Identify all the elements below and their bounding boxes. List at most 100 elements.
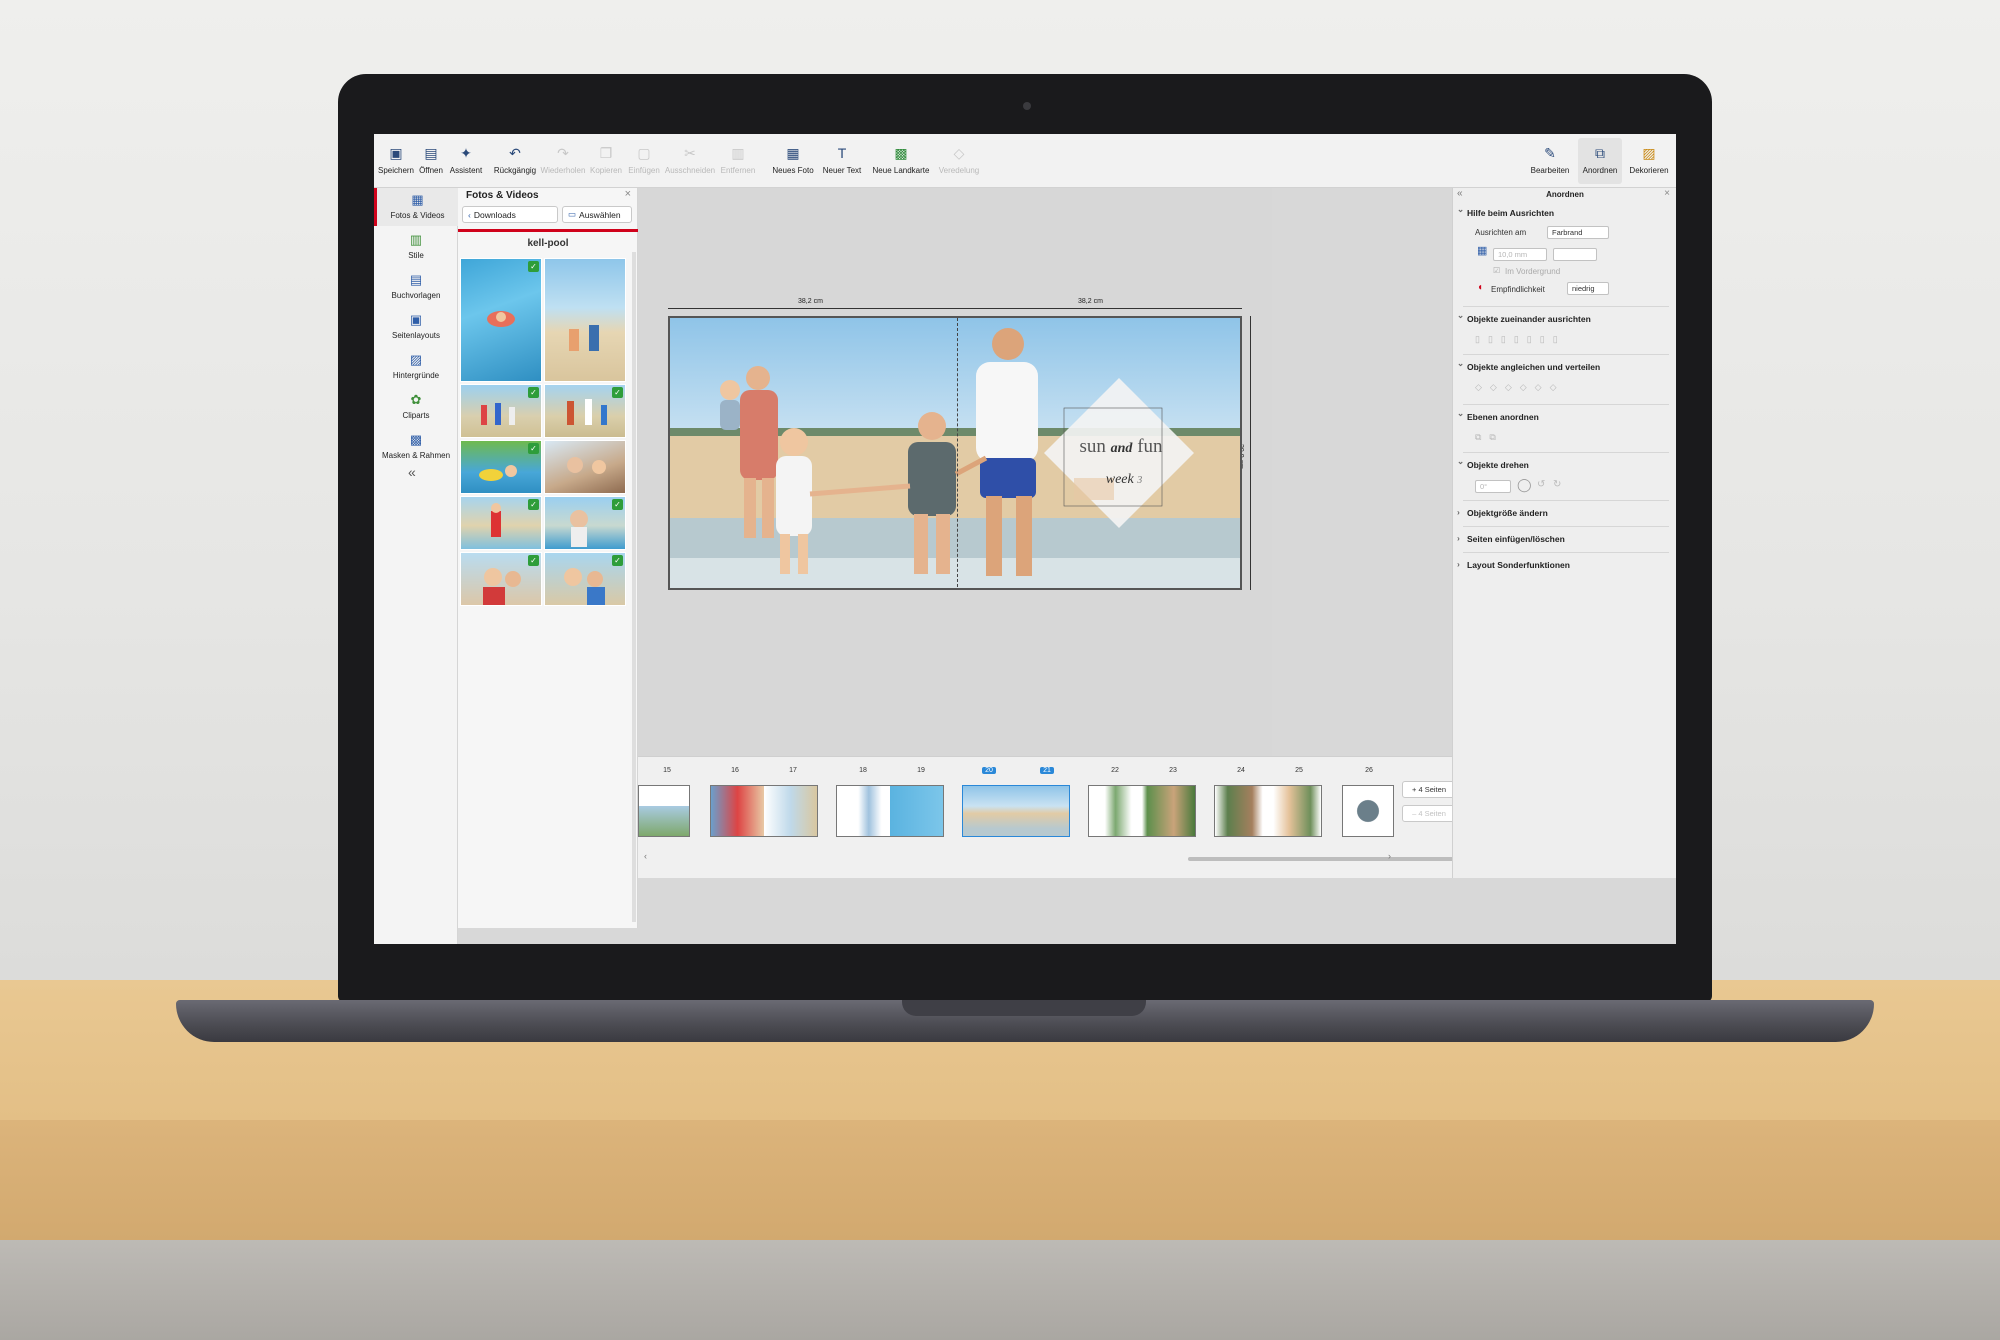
page-thumb-15[interactable] [638, 785, 690, 837]
width-ruler [668, 308, 1242, 309]
align-to-select[interactable]: Farbrand [1547, 226, 1609, 239]
new-text-button[interactable]: T Neuer Text [820, 138, 864, 184]
page-fold-line [957, 318, 958, 588]
nav-page-layouts[interactable]: ▣ Seitenlayouts [374, 308, 458, 346]
page-layouts-icon: ▣ [409, 312, 423, 327]
distribute-icons-row: ◇◇◇◇◇◇ [1475, 382, 1565, 392]
downloads-back-button[interactable]: ‹ Downloads [462, 206, 558, 223]
section-match-objects[interactable]: Objekte angleichen und verteilen [1457, 358, 1600, 372]
undo-button[interactable]: ↶ Rückgängig [494, 138, 536, 184]
decorate-tab-button[interactable]: ▨ Dekorieren [1626, 138, 1672, 184]
cliparts-icon: ✿ [410, 392, 422, 407]
checkbox-icon[interactable]: ☑ [1493, 266, 1500, 275]
rotate-left-icon[interactable]: ↺ [1537, 479, 1545, 490]
assistant-button[interactable]: ✦ Assistent [448, 138, 484, 184]
page-thumb-24-25[interactable] [1214, 785, 1322, 837]
page-number: 19 [917, 767, 925, 774]
nav-photos-videos[interactable]: ▦ Fotos & Videos [374, 188, 458, 226]
divider [1463, 306, 1669, 307]
photo-thumb[interactable]: ✓ [544, 496, 626, 550]
photo-thumb[interactable]: ✓ [544, 552, 626, 606]
cut-button[interactable]: ✂ Ausschneiden [664, 138, 716, 184]
scroll-left-icon[interactable]: ‹ [644, 851, 647, 861]
delete-button[interactable]: ▥ Entfernen [718, 138, 758, 184]
photo-thumb[interactable]: ✓ [460, 384, 542, 438]
select-button[interactable]: ▭ Auswählen [562, 206, 632, 223]
copy-button[interactable]: ❐ Kopieren [588, 138, 624, 184]
page-thumb-16-17[interactable] [710, 785, 818, 837]
nav-book-templates[interactable]: ▤ Buchvorlagen [374, 268, 458, 306]
grid-icon: ▦ [1477, 245, 1488, 257]
nav-masks-frames[interactable]: ▩ Masken & Rahmen [374, 428, 458, 466]
check-icon: ✓ [528, 387, 539, 398]
photo-thumb[interactable]: ✓ [460, 258, 542, 382]
title-text: sun and fun [1079, 436, 1163, 457]
page-thumb-22-23[interactable] [1088, 785, 1196, 837]
grid-color-select[interactable] [1553, 248, 1597, 261]
arrange-tab-button[interactable]: ⧉ Anordnen [1578, 138, 1622, 184]
trash-icon: ▥ [731, 145, 745, 161]
photo-thumb[interactable] [544, 258, 626, 382]
sensitivity-select[interactable]: niedrig [1567, 282, 1609, 295]
rotate-right-icon[interactable]: ↻ [1553, 479, 1561, 490]
page-thumb-20-21[interactable] [962, 785, 1070, 837]
section-rotate[interactable]: Objekte drehen [1457, 456, 1529, 470]
open-button[interactable]: ▤ Öffnen [416, 138, 446, 184]
grid-size-input[interactable]: 10,0 mm [1493, 248, 1547, 261]
nav-styles[interactable]: ▥ Stile [374, 228, 458, 266]
page-thumb-26[interactable] [1342, 785, 1394, 837]
check-icon: ✓ [612, 499, 623, 510]
edit-tab-button[interactable]: ✎ Bearbeiten [1528, 138, 1572, 184]
photo-spread[interactable]: sun and fun week 3 [668, 316, 1242, 590]
save-button[interactable]: ▣ Speichern [378, 138, 414, 184]
section-special[interactable]: Layout Sonderfunktionen [1457, 559, 1570, 570]
book-templates-icon: ▤ [409, 272, 423, 287]
check-icon: ✓ [612, 387, 623, 398]
remove-pages-button[interactable]: – 4 Seiten [1402, 805, 1456, 822]
title-text-box[interactable]: sun and fun week 3 [1044, 378, 1194, 528]
finishing-button[interactable]: ◇ Veredelung [936, 138, 982, 184]
new-map-button[interactable]: ▩ Neue Landkarte [868, 138, 934, 184]
section-align-help[interactable]: Hilfe beim Ausrichten [1457, 204, 1554, 218]
paste-button[interactable]: ▢ Einfügen [626, 138, 662, 184]
nav-cliparts[interactable]: ✿ Cliparts [374, 388, 458, 426]
nav-backgrounds[interactable]: ▨ Hintergründe [374, 348, 458, 386]
photo-thumb[interactable]: ✓ [460, 552, 542, 606]
laptop-notch [902, 1000, 1146, 1016]
rotate-input[interactable]: 0° [1475, 480, 1511, 493]
edit-icon: ✎ [1544, 145, 1556, 161]
open-icon: ▤ [424, 145, 438, 161]
panel-title: Anordnen [1546, 190, 1584, 199]
section-layers[interactable]: Ebenen anordnen [1457, 408, 1539, 422]
section-align-objects[interactable]: Objekte zueinander ausrichten [1457, 310, 1591, 324]
check-icon: ✓ [612, 555, 623, 566]
page-number: 17 [789, 767, 797, 774]
page-number: 25 [1295, 767, 1303, 774]
redo-button[interactable]: ↷ Wiederholen [540, 138, 586, 184]
section-resize[interactable]: Objektgröße ändern [1457, 507, 1548, 518]
panel-scrollbar[interactable] [632, 252, 636, 922]
photo-thumb[interactable]: ✓ [460, 496, 542, 550]
height-ruler [1250, 316, 1251, 590]
divider [1463, 526, 1669, 527]
page-number: 23 [1169, 767, 1177, 774]
page-number: 15 [663, 767, 671, 774]
check-icon: ✓ [528, 555, 539, 566]
active-indicator [458, 229, 638, 232]
page-thumb-18-19[interactable] [836, 785, 944, 837]
photo-thumb[interactable] [544, 440, 626, 494]
add-pages-button[interactable]: + 4 Seiten [1402, 781, 1456, 798]
page-number: 18 [859, 767, 867, 774]
section-pages[interactable]: Seiten einfügen/löschen [1457, 533, 1565, 544]
photo-thumb[interactable]: ✓ [460, 440, 542, 494]
collapse-sidebar-icon[interactable]: « [408, 464, 416, 480]
rotate-dial-icon[interactable]: ◯ [1517, 477, 1532, 493]
close-icon[interactable]: × [1664, 188, 1670, 199]
photo-thumb[interactable]: ✓ [544, 384, 626, 438]
page-number: 24 [1237, 767, 1245, 774]
new-photo-button[interactable]: ▦ Neues Foto [770, 138, 816, 184]
scroll-right-icon[interactable]: › [1388, 851, 1391, 861]
close-icon[interactable]: × [625, 188, 631, 200]
arrange-icon: ⧉ [1595, 145, 1605, 161]
decorate-icon: ▨ [1642, 145, 1656, 161]
